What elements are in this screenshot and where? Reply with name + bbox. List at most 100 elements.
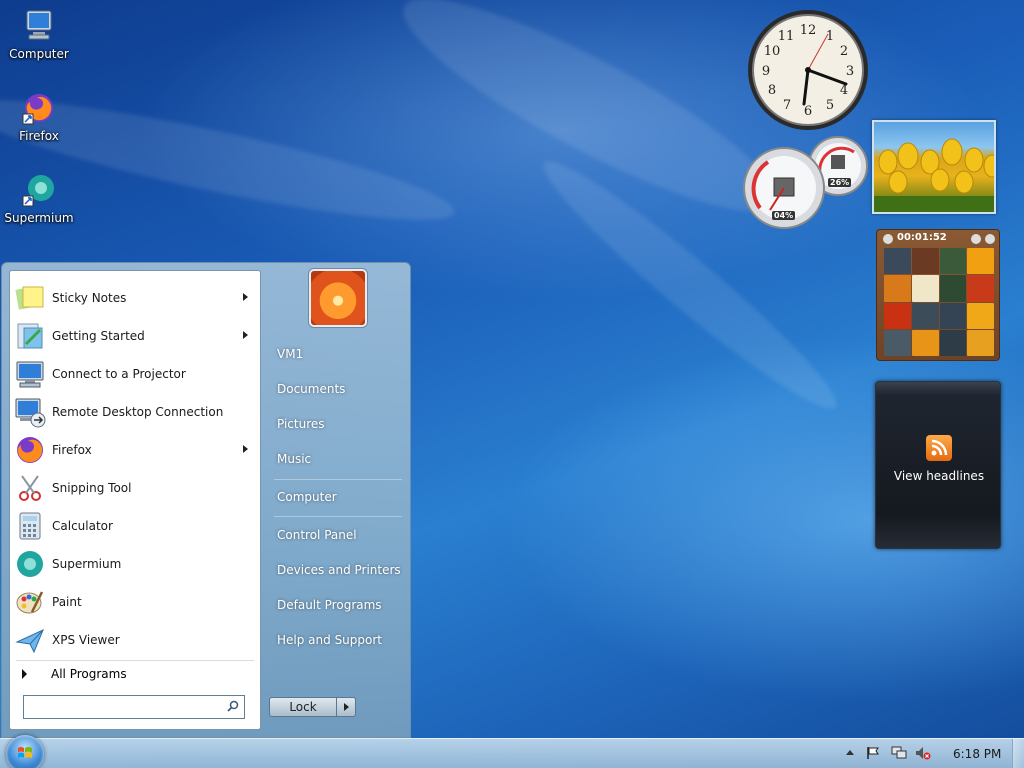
network-icon[interactable] [891,746,907,763]
link-default-programs[interactable]: Default Programs [277,598,382,612]
remote-desktop-icon [14,396,46,428]
submenu-arrow-icon[interactable] [243,331,248,339]
puzzle-tile[interactable] [939,329,967,356]
puzzle-tile[interactable] [911,248,939,275]
desktop-icon-firefox[interactable]: Firefox [1,90,77,143]
svg-text:10: 10 [764,44,781,59]
start-menu: Sticky Notes Getting Started Connect to … [1,262,411,738]
cpu-meter-gadget[interactable]: 26% 04% [742,136,868,232]
desktop-icon-supermium[interactable]: Supermium [1,172,77,225]
program-label: Firefox [52,443,92,457]
puzzle-tile[interactable] [939,302,967,329]
svg-text:12: 12 [800,23,817,38]
svg-text:8: 8 [768,83,776,98]
puzzle-clock-icon [883,234,893,244]
shutdown-options-button[interactable] [337,697,356,717]
puzzle-tile[interactable] [967,329,994,356]
view-headlines-link[interactable]: View headlines [876,469,1002,483]
programs-pane: Sticky Notes Getting Started Connect to … [9,270,261,730]
link-devices-and-printers[interactable]: Devices and Printers [277,563,401,577]
shuffle-icon[interactable] [985,234,995,244]
help-icon[interactable] [971,234,981,244]
program-connect-to-projector[interactable]: Connect to a Projector [14,356,258,392]
program-label: Connect to a Projector [52,367,186,381]
supermium-icon [21,172,57,208]
program-remote-desktop[interactable]: Remote Desktop Connection [14,394,258,430]
program-label: XPS Viewer [52,633,120,647]
puzzle-tile[interactable] [911,329,939,356]
svg-text:9: 9 [762,64,770,79]
desktop-icon-label: Supermium [4,211,74,225]
desktop-icon-computer[interactable]: Computer [1,8,77,61]
start-button[interactable] [6,735,44,768]
program-firefox[interactable]: Firefox [14,432,258,468]
user-picture[interactable] [309,269,367,327]
program-label: Remote Desktop Connection [52,405,224,419]
puzzle-tile[interactable] [884,329,911,356]
desktop-icon-label: Computer [9,47,69,61]
svg-text:5: 5 [826,98,834,113]
taskbar-clock[interactable]: 6:18 PM [953,747,1001,761]
search-box[interactable] [23,695,245,719]
puzzle-tile[interactable] [911,302,939,329]
program-calculator[interactable]: Calculator [14,508,258,544]
clock-gadget[interactable]: 12 1 2 345 678 9 10 11 [746,8,872,132]
memory-usage-readout: 26% [828,178,852,187]
show-hidden-icons-icon[interactable] [846,750,854,755]
svg-text:3: 3 [846,64,854,79]
link-computer[interactable]: Computer [277,490,337,504]
all-programs-label: All Programs [51,667,127,681]
slideshow-gadget[interactable] [872,120,996,214]
lock-button[interactable]: Lock [269,697,337,717]
all-programs-button[interactable]: All Programs [20,663,256,685]
program-label: Paint [52,595,82,609]
cpu-usage-readout: 04% [772,211,796,220]
puzzle-tile[interactable] [884,275,911,302]
puzzle-grid [884,248,994,356]
link-music[interactable]: Music [277,452,311,466]
program-snipping-tool[interactable]: Snipping Tool [14,470,258,506]
feed-headlines-gadget[interactable]: View headlines [875,381,1001,549]
puzzle-tile[interactable] [884,248,911,275]
show-desktop-button[interactable] [1012,739,1024,768]
program-label: Sticky Notes [52,291,127,305]
link-documents[interactable]: Documents [277,382,345,396]
svg-text:6: 6 [804,104,812,119]
program-getting-started[interactable]: Getting Started [14,318,258,354]
program-xps-viewer[interactable]: XPS Viewer [14,622,258,658]
search-icon[interactable] [227,700,239,712]
puzzle-tile[interactable] [967,302,994,329]
link-user-folder[interactable]: VM1 [277,347,303,361]
puzzle-tile[interactable] [967,275,994,302]
action-center-flag-icon[interactable] [866,746,880,763]
program-sticky-notes[interactable]: Sticky Notes [14,280,258,316]
picture-puzzle-gadget[interactable]: 00:01:52 [876,229,1000,361]
submenu-arrow-icon[interactable] [243,445,248,453]
puzzle-tile[interactable] [911,275,939,302]
svg-text:4: 4 [840,83,848,98]
taskbar: 6:18 PM [0,735,1024,768]
submenu-arrow-icon[interactable] [243,293,248,301]
xps-viewer-icon [14,624,46,656]
tulips-photo [874,138,994,212]
svg-text:7: 7 [783,98,791,113]
program-paint[interactable]: Paint [14,584,258,620]
puzzle-tile[interactable] [939,248,967,275]
sticky-notes-icon [14,282,46,314]
divider [274,479,402,480]
puzzle-tile[interactable] [939,275,967,302]
projector-icon [14,358,46,390]
puzzle-timer: 00:01:52 [897,232,947,243]
program-label: Getting Started [52,329,145,343]
puzzle-tile[interactable] [967,248,994,275]
program-supermium[interactable]: Supermium [14,546,258,582]
volume-muted-icon[interactable] [915,746,931,763]
search-input[interactable] [24,696,214,718]
paint-palette-icon [14,586,46,618]
link-control-panel[interactable]: Control Panel [277,528,357,542]
puzzle-tile[interactable] [884,302,911,329]
program-label: Calculator [52,519,113,533]
link-help-and-support[interactable]: Help and Support [277,633,382,647]
link-pictures[interactable]: Pictures [277,417,325,431]
getting-started-icon [14,320,46,352]
